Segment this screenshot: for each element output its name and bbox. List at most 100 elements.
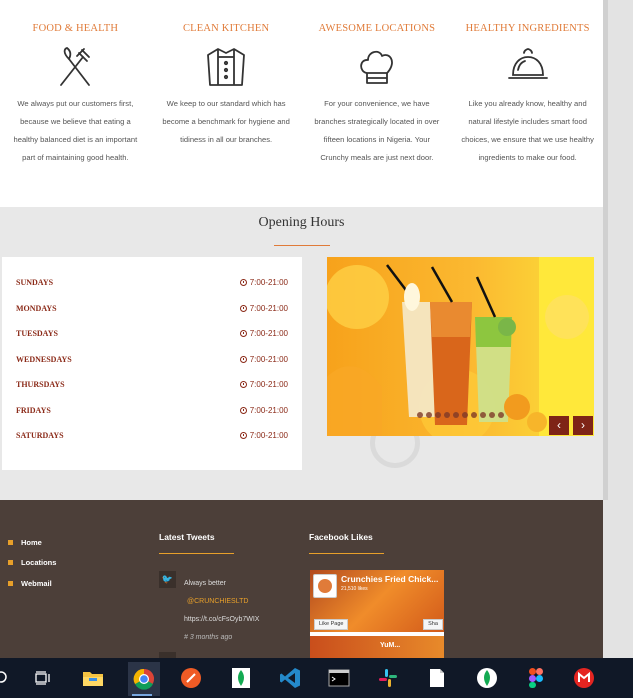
terminal-icon[interactable]	[325, 664, 353, 692]
mongodb-icon[interactable]	[473, 664, 501, 692]
hours-row: SATURDAYS 7:00-21:00	[2, 423, 302, 449]
facebook-share-button[interactable]: Sha	[423, 619, 443, 630]
clock-icon	[239, 330, 247, 338]
feature-title: FOOD & HEALTH	[32, 23, 119, 34]
hours-day: THURSDAYS	[16, 380, 65, 390]
feature-text: We keep to our standard which has become…	[162, 99, 290, 144]
hours-row: SUNDAYS 7:00-21:00	[2, 270, 302, 296]
slider-dot[interactable]	[471, 412, 477, 418]
tweet-handle-link[interactable]: @CRUNCHIESLTD	[184, 593, 259, 611]
chef-jacket-icon	[207, 48, 246, 86]
task-view-icon[interactable]	[28, 664, 56, 692]
tweet-time[interactable]: # 3 months ago	[184, 629, 259, 647]
hours-time-value: 7:00-21:00	[249, 329, 288, 339]
feature-clean-kitchen: CLEAN KITCHEN We keep to our standard wh…	[151, 0, 302, 207]
feature-food-health: FOOD & HEALTH We always put our customer…	[0, 0, 151, 207]
feature-awesome-locations: AWESOME LOCATIONS For your convenience, …	[302, 0, 453, 207]
latest-tweets-heading: Latest Tweets	[159, 532, 215, 542]
heading-underline	[159, 553, 234, 554]
clock-icon	[239, 406, 247, 414]
scrollbar[interactable]	[603, 0, 608, 500]
hours-day: WEDNESDAYS	[16, 354, 72, 364]
hours-time: 7:00-21:00	[239, 355, 288, 364]
hours-row: TUESDAYS 7:00-21:00	[2, 321, 302, 347]
slider-prev-button[interactable]: ‹	[549, 416, 569, 435]
heading-underline	[309, 553, 384, 554]
facebook-likes-heading: Facebook Likes	[309, 532, 373, 542]
chef-hat-icon	[360, 50, 393, 84]
slider-dot[interactable]	[444, 412, 450, 418]
search-icon[interactable]	[0, 664, 14, 692]
slider-dot[interactable]	[435, 412, 441, 418]
footer-link-label: Webmail	[21, 578, 52, 588]
slider-dot[interactable]	[489, 412, 495, 418]
tweet-url-link[interactable]: https://t.co/cFsOyb7WIX	[184, 611, 259, 629]
bullet-icon	[8, 539, 13, 545]
slider-dot[interactable]	[462, 412, 468, 418]
footer-link-label: Locations	[21, 558, 57, 568]
features-section: FOOD & HEALTH We always put our customer…	[0, 0, 603, 207]
hours-time: 7:00-21:00	[239, 431, 288, 441]
hours-row: MONDAYS 7:00-21:00	[2, 296, 302, 322]
hours-time-value: 7:00-21:00	[249, 405, 288, 415]
slider-next-button[interactable]: ›	[573, 416, 593, 435]
hours-time-value: 7:00-21:00	[249, 431, 288, 441]
slack-icon[interactable]	[374, 664, 402, 692]
facebook-page-name[interactable]: Crunchies Fried Chick...	[341, 574, 438, 584]
twitter-icon: 🐦	[159, 571, 176, 588]
opening-hours-title: Opening Hours	[258, 215, 345, 230]
opening-hours-table: SUNDAYS 7:00-21:00 MONDAYS 7:00-21:00 TUES…	[2, 257, 302, 470]
juice-glasses-image	[327, 264, 589, 436]
slider-dot[interactable]	[426, 412, 432, 418]
hours-day: SUNDAYS	[16, 278, 54, 288]
hours-time: 7:00-21:00	[239, 405, 288, 415]
chrome-icon[interactable]	[128, 662, 160, 696]
clock-icon	[239, 432, 247, 440]
hours-time: 7:00-21:00	[239, 380, 288, 390]
file-explorer-icon[interactable]	[79, 664, 107, 692]
facebook-post-text: YuM...	[380, 642, 401, 649]
hours-day: MONDAYS	[16, 303, 57, 313]
feature-title: HEALTHY INGREDIENTS	[465, 23, 590, 34]
feature-text: For your convenience, we have branches s…	[314, 99, 440, 162]
facebook-page-avatar[interactable]	[313, 574, 337, 598]
hours-day: SATURDAYS	[16, 431, 64, 441]
footer-link-locations[interactable]: Locations	[8, 553, 56, 574]
slider-dot[interactable]	[453, 412, 459, 418]
facebook-page-widget[interactable]: Crunchies Fried Chick... 21,510 likes Li…	[310, 570, 444, 658]
food-cloche-icon	[507, 48, 548, 79]
hours-row: THURSDAYS 7:00-21:00	[2, 372, 302, 398]
feature-text: We always put our customers first, becau…	[13, 99, 138, 162]
feature-text: Like you already know, healthy and natur…	[461, 99, 594, 162]
footer-link-webmail[interactable]: Webmail	[8, 573, 56, 594]
hours-time: 7:00-21:00	[239, 278, 288, 288]
clock-icon	[239, 355, 247, 363]
clock-icon	[239, 381, 247, 389]
tweet: Always better @CRUNCHIESLTD https://t.co…	[184, 575, 259, 647]
gmail-icon[interactable]	[570, 664, 598, 692]
hours-time: 7:00-21:00	[239, 329, 288, 339]
fork-knife-icon	[60, 46, 91, 86]
windows-taskbar	[0, 658, 633, 698]
hours-time-value: 7:00-21:00	[249, 380, 288, 390]
feature-healthy-ingredients: HEALTHY INGREDIENTS Like you already kno…	[452, 0, 603, 207]
tweet-text: Always better	[184, 580, 227, 587]
feature-title: AWESOME LOCATIONS	[318, 23, 436, 34]
vscode-icon[interactable]	[276, 664, 304, 692]
bullet-icon	[8, 560, 13, 566]
facebook-like-page-button[interactable]: Like Page	[314, 619, 349, 630]
mongodb-compass-icon[interactable]	[227, 664, 255, 692]
hours-row: WEDNESDAYS 7:00-21:00	[2, 347, 302, 373]
figma-icon[interactable]	[522, 664, 550, 692]
slider-dot[interactable]	[498, 412, 504, 418]
hours-time-value: 7:00-21:00	[249, 278, 288, 288]
active-app-indicator	[132, 694, 152, 696]
postman-icon[interactable]	[177, 664, 205, 692]
footer-link-home[interactable]: Home	[8, 532, 56, 553]
slider-dot[interactable]	[417, 412, 423, 418]
clock-icon	[239, 304, 247, 312]
clock-icon	[239, 279, 247, 287]
notepad-icon[interactable]	[423, 664, 451, 692]
slider-dot[interactable]	[480, 412, 486, 418]
right-gutter	[603, 500, 633, 658]
